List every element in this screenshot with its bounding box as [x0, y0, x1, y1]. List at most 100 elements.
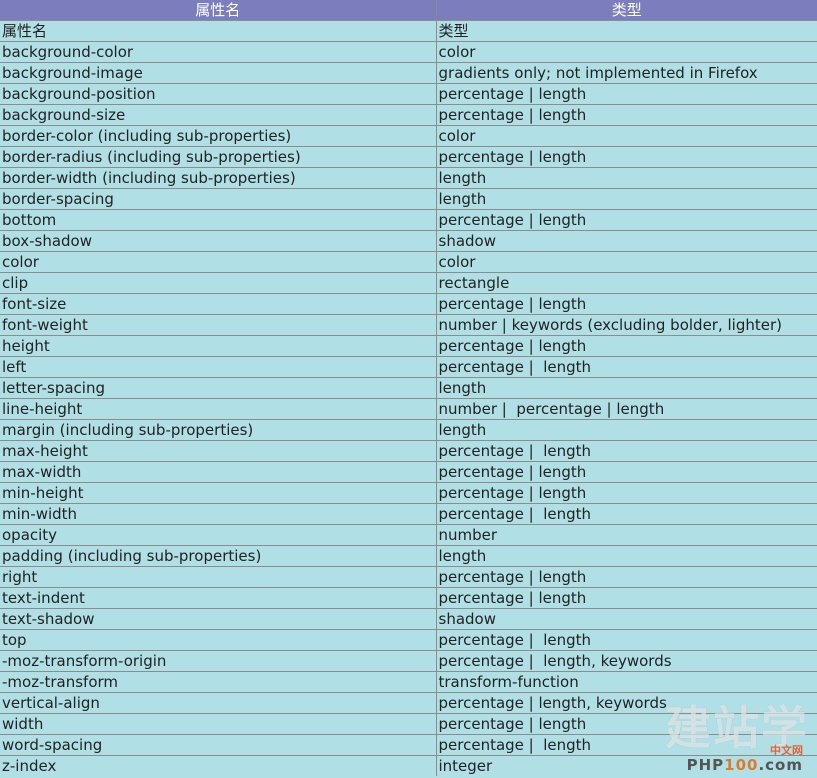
table-row: border-width (including sub-properties) l… [0, 167, 817, 189]
table-row: vertical-align percentage | length, keywo… [0, 692, 817, 714]
property-type-cell: percentage | length [435, 503, 817, 525]
property-type-cell: length [435, 188, 817, 210]
property-type-cell: percentage | length [435, 482, 817, 504]
property-name-cell: color [0, 251, 437, 273]
property-name-cell: right [0, 566, 437, 588]
property-name-cell: border-spacing [0, 188, 437, 210]
property-type-cell: percentage | length [435, 335, 817, 357]
table-row: min-width percentage | length [0, 503, 817, 525]
property-name-cell: height [0, 335, 437, 357]
property-name-cell: max-width [0, 461, 437, 483]
table-row: clip rectangle [0, 272, 817, 294]
property-name-cell: clip [0, 272, 437, 294]
property-name-cell: width [0, 713, 437, 735]
table-row: min-height percentage | length [0, 482, 817, 504]
property-name-cell: min-height [0, 482, 437, 504]
table-row: border-spacing length [0, 188, 817, 210]
property-type-cell: percentage | length [435, 440, 817, 462]
property-name-cell: padding (including sub-properties) [0, 545, 437, 567]
property-type-cell: 类型 [435, 20, 817, 42]
table-row: background-color color [0, 41, 817, 63]
property-type-cell: rectangle [435, 272, 817, 294]
table-row: box-shadow shadow [0, 230, 817, 252]
property-name-cell: background-size [0, 104, 437, 126]
table-row: background-position percentage | length [0, 83, 817, 105]
property-name-cell: border-width (including sub-properties) [0, 167, 437, 189]
table-row: margin (including sub-properties) length [0, 419, 817, 441]
property-name-cell: -moz-transform [0, 671, 437, 693]
property-name-cell: left [0, 356, 437, 378]
table-row: text-indent percentage | length [0, 587, 817, 609]
property-type-cell: percentage | length [435, 209, 817, 231]
property-type-cell: color [435, 251, 817, 273]
property-type-cell: percentage | length [435, 83, 817, 105]
property-name-cell: top [0, 629, 437, 651]
table-row: width percentage | length [0, 713, 817, 735]
property-type-cell: percentage | length [435, 104, 817, 126]
property-name-cell: margin (including sub-properties) [0, 419, 437, 441]
property-type-cell: percentage | length [435, 587, 817, 609]
table-row: background-size percentage | length [0, 104, 817, 126]
property-type-cell: percentage | length [435, 356, 817, 378]
table-row: 属性名 类型 [0, 20, 817, 42]
table-row: font-size percentage | length [0, 293, 817, 315]
property-type-cell: color [435, 41, 817, 63]
property-type-cell: length [435, 419, 817, 441]
property-name-cell: background-position [0, 83, 437, 105]
property-name-cell: font-size [0, 293, 437, 315]
property-type-cell: percentage | length [435, 293, 817, 315]
property-type-cell: shadow [435, 230, 817, 252]
property-name-cell: border-radius (including sub-properties) [0, 146, 437, 168]
table-row: border-radius (including sub-properties)… [0, 146, 817, 168]
property-type-cell: percentage | length, keywords [435, 692, 817, 714]
header-property-name: 属性名 [0, 0, 437, 21]
table-row: line-height number | percentage | length [0, 398, 817, 420]
property-type-cell: integer [435, 755, 817, 776]
property-name-cell: min-width [0, 503, 437, 525]
property-type-cell: length [435, 377, 817, 399]
table-row: max-width percentage | length [0, 461, 817, 483]
table-row: -moz-transform transform-function [0, 671, 817, 693]
property-name-cell: bottom [0, 209, 437, 231]
property-type-cell: percentage | length [435, 629, 817, 651]
property-type-cell: gradients only; not implemented in Firef… [435, 62, 817, 84]
table-row: letter-spacing length [0, 377, 817, 399]
property-name-cell: text-shadow [0, 608, 437, 630]
property-name-cell: z-index [0, 755, 437, 776]
table-row: bottom percentage | length [0, 209, 817, 231]
table-row: left percentage | length [0, 356, 817, 378]
property-name-cell: letter-spacing [0, 377, 437, 399]
table-row: max-height percentage | length [0, 440, 817, 462]
table-row: font-weight number | keywords (excluding … [0, 314, 817, 336]
table-row: -moz-transform-origin percentage | length… [0, 650, 817, 672]
property-type-cell: length [435, 545, 817, 567]
table-row: color color [0, 251, 817, 273]
property-type-cell: percentage | length [435, 146, 817, 168]
property-type-cell: length [435, 167, 817, 189]
property-name-cell: border-color (including sub-properties) [0, 125, 437, 147]
property-name-cell: max-height [0, 440, 437, 462]
property-name-cell: text-indent [0, 587, 437, 609]
table-row: padding (including sub-properties) length [0, 545, 817, 567]
table-row: word-spacing percentage | length [0, 734, 817, 756]
property-type-cell: percentage | length, keywords [435, 650, 817, 672]
table-row: height percentage | length [0, 335, 817, 357]
css-transition-properties-table: 属性名 类型 属性名 类型 background-color color backgro… [0, 0, 817, 776]
property-name-cell: vertical-align [0, 692, 437, 714]
property-type-cell: percentage | length [435, 461, 817, 483]
property-type-cell: shadow [435, 608, 817, 630]
table-header-row: 属性名 类型 [0, 0, 817, 21]
table-row: background-image gradients only; not impl… [0, 62, 817, 84]
property-type-cell: number | percentage | length [435, 398, 817, 420]
property-type-cell: percentage | length [435, 566, 817, 588]
table-body: 属性名 类型 background-color color background-ima… [0, 20, 817, 776]
property-name-cell: background-color [0, 41, 437, 63]
table-row: text-shadow shadow [0, 608, 817, 630]
property-name-cell: background-image [0, 62, 437, 84]
property-name-cell: -moz-transform-origin [0, 650, 437, 672]
table-row: border-color (including sub-properties) c… [0, 125, 817, 147]
property-name-cell: box-shadow [0, 230, 437, 252]
table-row: opacity number [0, 524, 817, 546]
property-type-cell: transform-function [435, 671, 817, 693]
property-name-cell: 属性名 [0, 20, 437, 42]
